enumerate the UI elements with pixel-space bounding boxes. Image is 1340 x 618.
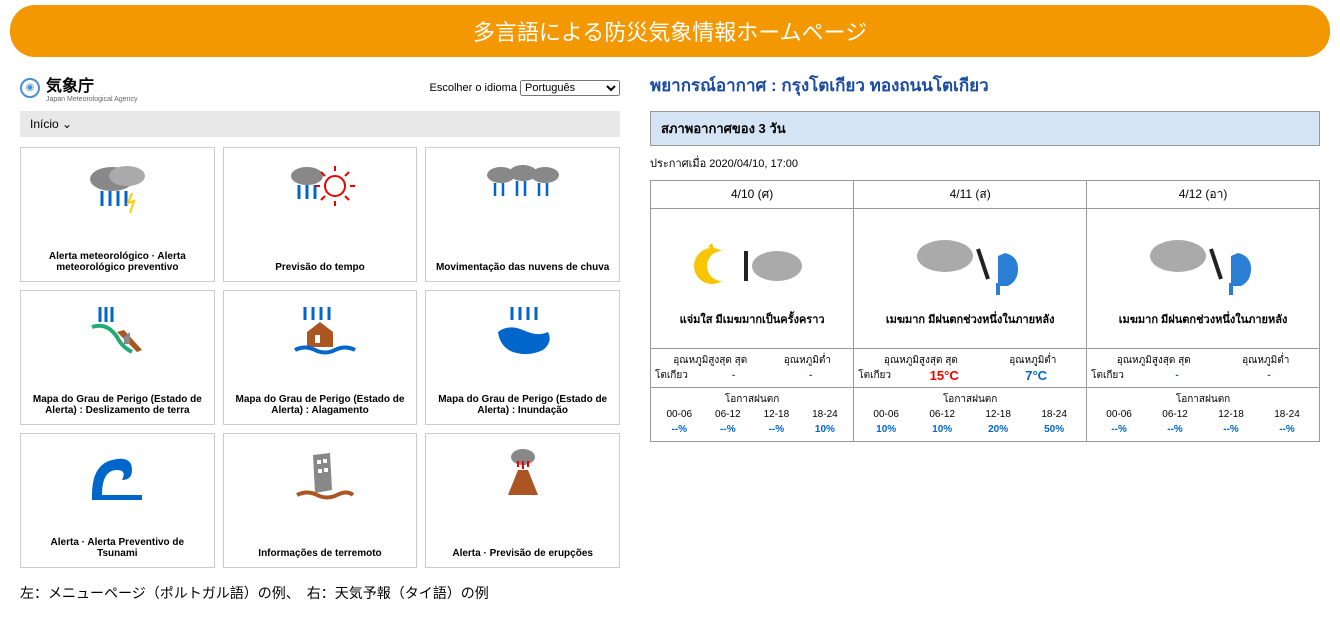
pop-cell: โอกาสฝนตก 00-0606-1212-1818-24 --%--%--%… xyxy=(651,388,854,442)
content: ◉ 気象庁 Japan Meteorological Agency Escolh… xyxy=(0,72,1340,568)
tile-label: Alerta · Previsão de erupções xyxy=(452,548,593,559)
language-selector: Escolher o idioma Português xyxy=(430,80,621,96)
temp-cell: อุณหภูมิสูงสุด สุดอุณหภูมิต่ำ โตเกียว15°… xyxy=(854,349,1087,388)
weather-cell: เมฆมาก มีฝนตกช่วงหนึ่งในภายหลัง xyxy=(1087,209,1320,349)
tile-rain-clouds[interactable]: Movimentação das nuvens de chuva xyxy=(425,147,620,282)
inundation-icon xyxy=(488,299,558,364)
forecast-table: 4/10 (ศ) 4/11 (ส) 4/12 (อา) แจ่มใส มีเมฆ… xyxy=(650,180,1320,442)
jma-logo: ◉ 気象庁 Japan Meteorological Agency xyxy=(20,72,137,103)
banner-title: 多言語による防災気象情報ホームページ xyxy=(10,5,1330,57)
language-label: Escolher o idioma xyxy=(430,82,517,94)
jma-header: ◉ 気象庁 Japan Meteorological Agency Escolh… xyxy=(20,72,620,103)
cloudy-rain-icon xyxy=(1091,226,1315,306)
tile-tsunami[interactable]: Alerta · Alerta Preventivo de Tsunami xyxy=(20,433,215,568)
tile-volcano[interactable]: Alerta · Previsão de erupções xyxy=(425,433,620,568)
pop-cell: โอกาสฝนตก 00-0606-1212-1818-24 10%10%20%… xyxy=(854,388,1087,442)
weather-desc: แจ่มใส มีเมฆมากเป็นครั้งคราว xyxy=(655,306,849,332)
landslide-icon xyxy=(82,299,152,364)
jma-logo-icon: ◉ xyxy=(20,78,40,98)
tile-grid: Alerta meteorológico · Alerta meteorológ… xyxy=(20,147,620,568)
tile-label: Alerta meteorológico · Alerta meteorológ… xyxy=(29,251,206,273)
jma-title: 気象庁 xyxy=(46,72,137,96)
flooding-icon xyxy=(285,299,355,364)
tile-label: Informações de terremoto xyxy=(258,548,381,559)
tile-earthquake[interactable]: Informações de terremoto xyxy=(223,433,418,568)
tile-label: Previsão do tempo xyxy=(275,262,364,273)
weather-cell: เมฆมาก มีฝนตกช่วงหนึ่งในภายหลัง xyxy=(854,209,1087,349)
chevron-down-icon: ⌄ xyxy=(62,117,72,131)
left-panel: ◉ 気象庁 Japan Meteorological Agency Escolh… xyxy=(20,72,620,568)
tile-inundation[interactable]: Mapa do Grau de Perigo (Estado de Alerta… xyxy=(425,290,620,425)
right-panel: พยากรณ์อากาศ : กรุงโตเกียว ทองถนนโตเกียว… xyxy=(650,72,1320,568)
tile-label: Mapa do Grau de Perigo (Estado de Alerta… xyxy=(29,394,206,416)
storm-icon xyxy=(82,156,152,221)
jma-subtitle: Japan Meteorological Agency xyxy=(46,96,137,103)
temp-cell: อุณหภูมิสูงสุด สุดอุณหภูมิต่ำ โตเกียว-- xyxy=(651,349,854,388)
forecast-issued: ประกาศเมื่อ 2020/04/10, 17:00 xyxy=(650,146,1320,180)
forecast-title: พยากรณ์อากาศ : กรุงโตเกียว ทองถนนโตเกียว xyxy=(650,72,1320,99)
day-header: 4/11 (ส) xyxy=(854,181,1087,209)
weather-cell: แจ่มใส มีเมฆมากเป็นครั้งคราว xyxy=(651,209,854,349)
tile-flood-house[interactable]: Mapa do Grau de Perigo (Estado de Alerta… xyxy=(223,290,418,425)
earthquake-icon xyxy=(285,442,355,507)
weather-icon xyxy=(285,156,355,221)
tile-weather-alert[interactable]: Alerta meteorológico · Alerta meteorológ… xyxy=(20,147,215,282)
weather-desc: เมฆมาก มีฝนตกช่วงหนึ่งในภายหลัง xyxy=(858,306,1082,332)
clear-cloudy-icon xyxy=(655,226,849,306)
nav-bar[interactable]: Início ⌄ xyxy=(20,111,620,137)
weather-desc: เมฆมาก มีฝนตกช่วงหนึ่งในภายหลัง xyxy=(1091,306,1315,332)
day-header: 4/12 (อา) xyxy=(1087,181,1320,209)
forecast-subtitle: สภาพอากาศของ 3 วัน xyxy=(650,111,1320,146)
tile-label: Alerta · Alerta Preventivo de Tsunami xyxy=(29,537,206,559)
temp-cell: อุณหภูมิสูงสุด สุดอุณหภูมิต่ำ โตเกียว-- xyxy=(1087,349,1320,388)
pop-cell: โอกาสฝนตก 00-0606-1212-1818-24 --%--%--%… xyxy=(1087,388,1320,442)
tile-landslide[interactable]: Mapa do Grau de Perigo (Estado de Alerta… xyxy=(20,290,215,425)
language-select[interactable]: Português xyxy=(520,80,620,96)
tile-forecast[interactable]: Previsão do tempo xyxy=(223,147,418,282)
tile-label: Movimentação das nuvens de chuva xyxy=(436,262,609,273)
rain-cloud-icon xyxy=(483,156,563,221)
caption: 左：メニューページ（ポルトガル語）の例、 右：天気予報（タイ語）の例 xyxy=(0,568,1340,618)
volcano-icon xyxy=(488,442,558,507)
day-header: 4/10 (ศ) xyxy=(651,181,854,209)
cloudy-rain-icon xyxy=(858,226,1082,306)
tsunami-icon xyxy=(82,442,152,507)
tile-label: Mapa do Grau de Perigo (Estado de Alerta… xyxy=(434,394,611,416)
tile-label: Mapa do Grau de Perigo (Estado de Alerta… xyxy=(232,394,409,416)
